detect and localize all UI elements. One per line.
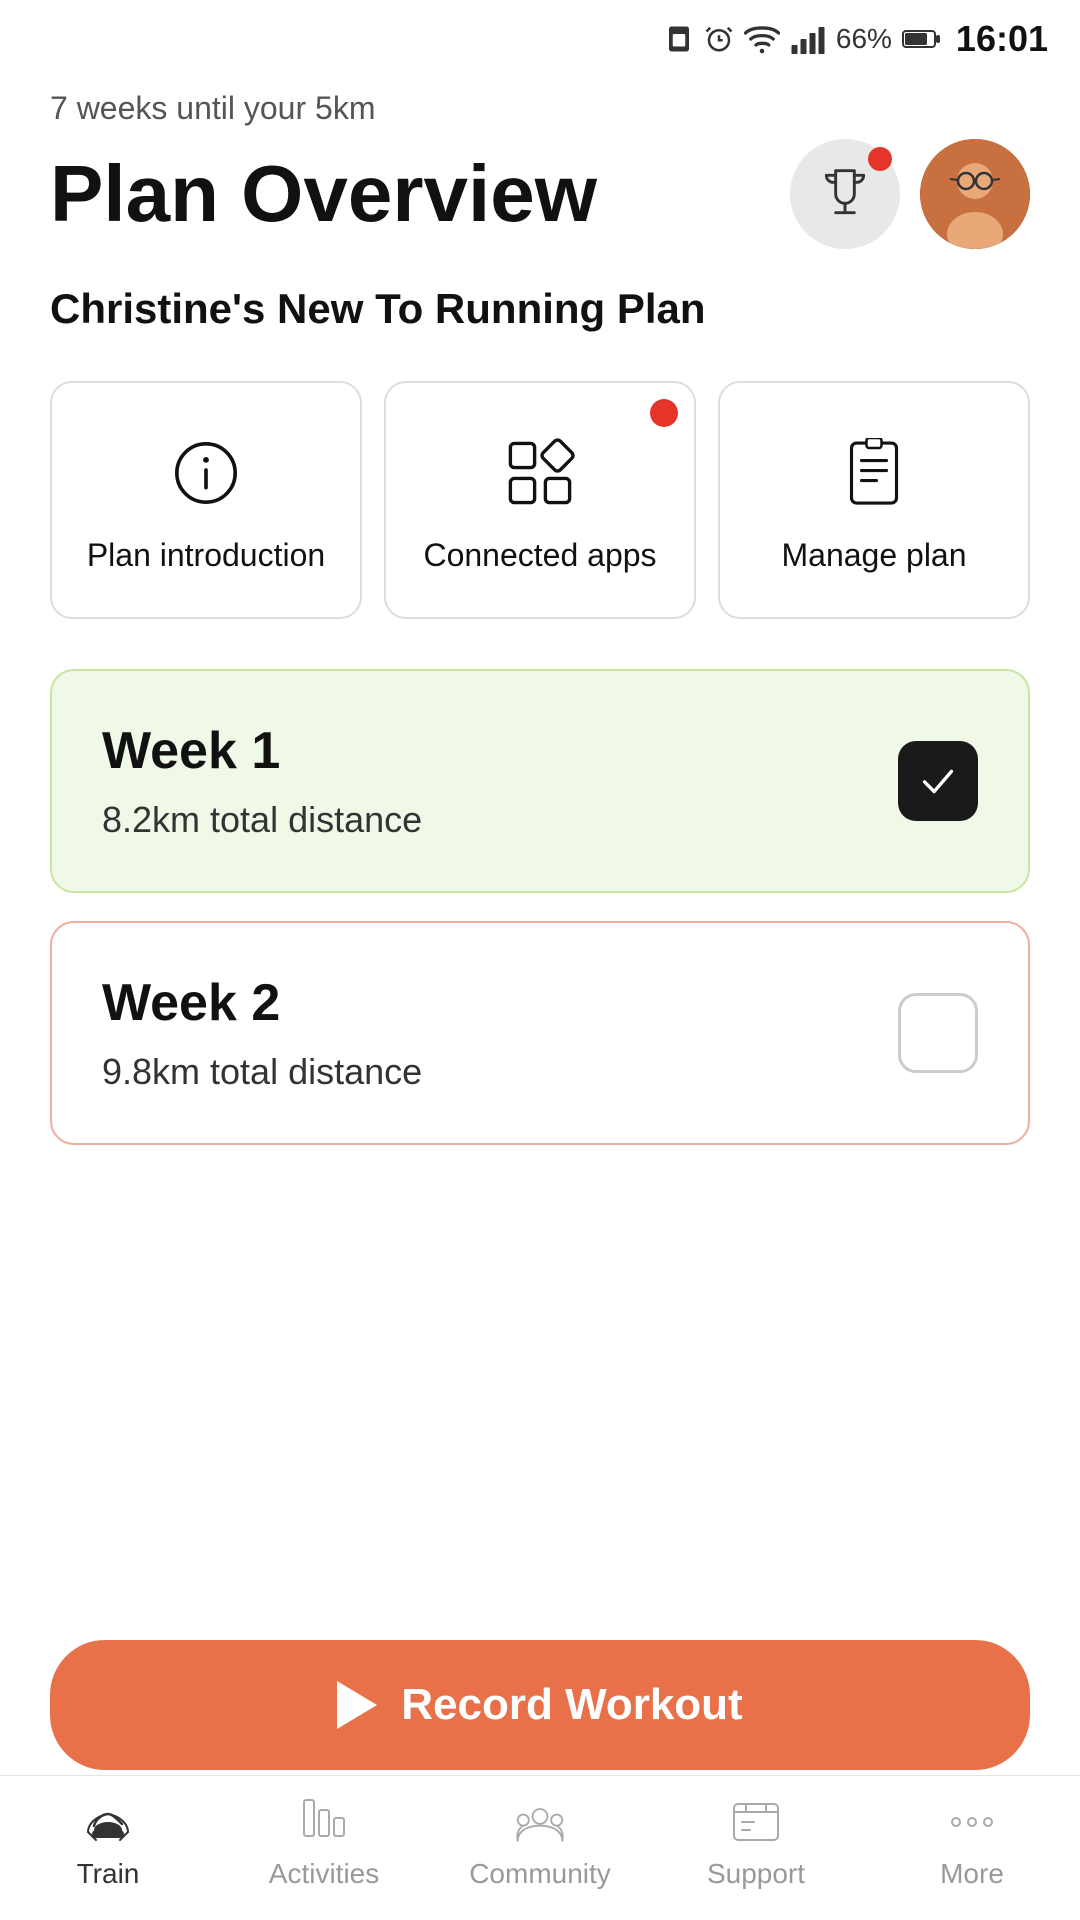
week-1-distance: 8.2km total distance <box>102 799 422 841</box>
week-2-card[interactable]: Week 2 9.8km total distance <box>50 921 1030 1145</box>
nav-community-label: Community <box>469 1858 611 1890</box>
record-workout-button[interactable]: Record Workout <box>50 1640 1030 1770</box>
week-2-checkbox[interactable] <box>898 993 978 1073</box>
trophy-notification-dot <box>868 147 892 171</box>
header-row: Plan Overview <box>50 139 1030 249</box>
week-2-info: Week 2 9.8km total distance <box>102 973 422 1093</box>
nav-support-label: Support <box>707 1858 805 1890</box>
bottom-navigation: Train Activities Community Sup <box>0 1775 1080 1920</box>
trophy-button[interactable] <box>790 139 900 249</box>
connected-apps-icon <box>500 433 580 513</box>
week-1-card[interactable]: Week 1 8.2km total distance <box>50 669 1030 893</box>
record-play-icon <box>337 1681 377 1729</box>
week-1-checkmark <box>915 758 961 804</box>
plan-name: Christine's New To Running Plan <box>50 285 1030 333</box>
trophy-icon <box>817 166 873 222</box>
sim-icon <box>664 24 694 54</box>
status-bar: 66% 16:01 <box>0 0 1080 70</box>
action-cards: Plan introduction Connected apps <box>50 381 1030 619</box>
battery-icon <box>902 25 942 53</box>
nav-item-more[interactable]: More <box>892 1796 1052 1890</box>
community-icon <box>514 1796 566 1848</box>
nav-train-label: Train <box>77 1858 140 1890</box>
support-icon <box>730 1796 782 1848</box>
plan-introduction-icon <box>166 433 246 513</box>
plan-introduction-label: Plan introduction <box>87 535 325 577</box>
week-2-title: Week 2 <box>102 973 422 1033</box>
manage-plan-icon <box>834 433 914 513</box>
connected-apps-notification <box>650 399 678 427</box>
nav-more-label: More <box>940 1858 1004 1890</box>
status-time: 16:01 <box>956 18 1048 60</box>
nav-item-train[interactable]: Train <box>28 1796 188 1890</box>
plan-introduction-card[interactable]: Plan introduction <box>50 381 362 619</box>
alarm-icon <box>704 24 734 54</box>
battery-percentage: 66% <box>836 23 892 55</box>
week-1-info: Week 1 8.2km total distance <box>102 721 422 841</box>
avatar-image <box>920 139 1030 249</box>
manage-plan-label: Manage plan <box>781 535 966 577</box>
week-1-title: Week 1 <box>102 721 422 781</box>
manage-plan-card[interactable]: Manage plan <box>718 381 1030 619</box>
avatar-inner <box>920 139 1030 249</box>
week-2-distance: 9.8km total distance <box>102 1051 422 1093</box>
activities-icon <box>298 1796 350 1848</box>
main-content: 7 weeks until your 5km Plan Overview <box>0 70 1080 1373</box>
nav-item-support[interactable]: Support <box>676 1796 836 1890</box>
connected-apps-card[interactable]: Connected apps <box>384 381 696 619</box>
plan-subtitle: 7 weeks until your 5km <box>50 90 1030 127</box>
header-icons <box>790 139 1030 249</box>
week-1-checkbox[interactable] <box>898 741 978 821</box>
status-icons: 66% <box>664 23 942 55</box>
page-title: Plan Overview <box>50 150 597 238</box>
nav-activities-label: Activities <box>269 1858 379 1890</box>
train-icon <box>82 1796 134 1848</box>
nav-item-community[interactable]: Community <box>460 1796 620 1890</box>
record-workout-label: Record Workout <box>401 1680 742 1730</box>
nav-item-activities[interactable]: Activities <box>244 1796 404 1890</box>
avatar[interactable] <box>920 139 1030 249</box>
connected-apps-label: Connected apps <box>423 535 656 577</box>
more-icon <box>946 1796 998 1848</box>
signal-icon <box>790 24 826 54</box>
wifi-icon <box>744 24 780 54</box>
